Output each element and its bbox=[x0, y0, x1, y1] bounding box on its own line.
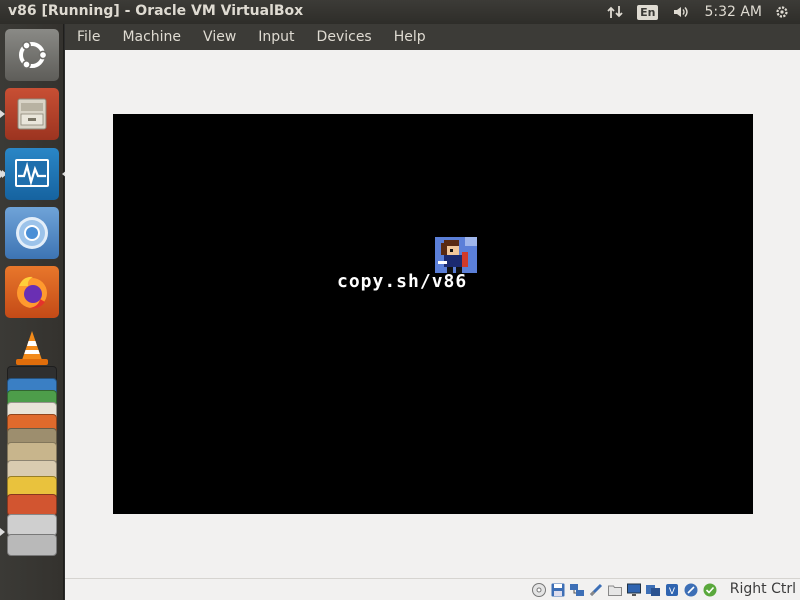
status-indicators: V bbox=[531, 582, 718, 598]
menu-input[interactable]: Input bbox=[247, 24, 305, 50]
vm-statusbar: V Right Ctrl bbox=[65, 578, 800, 600]
system-monitor-button[interactable] bbox=[5, 148, 59, 200]
file-cabinet-icon bbox=[12, 94, 52, 134]
firefox-button[interactable] bbox=[5, 266, 59, 318]
display-icon[interactable] bbox=[626, 582, 642, 598]
vlc-cone-icon bbox=[10, 328, 54, 368]
launcher bbox=[0, 24, 67, 600]
menu-machine[interactable]: Machine bbox=[111, 24, 192, 50]
host-key-label[interactable]: Right Ctrl bbox=[730, 581, 796, 597]
virtualization-icon[interactable]: V bbox=[664, 582, 680, 598]
top-panel: v86 [Running] - Oracle VM VirtualBox En … bbox=[0, 0, 800, 24]
ubuntu-dash-button[interactable] bbox=[5, 29, 59, 81]
menu-devices[interactable]: Devices bbox=[306, 24, 383, 50]
video-capture-icon[interactable] bbox=[645, 582, 661, 598]
gear-icon[interactable] bbox=[774, 4, 790, 20]
optical-drive-icon[interactable] bbox=[531, 582, 547, 598]
shared-folders-icon[interactable] bbox=[607, 582, 623, 598]
system-indicators: En 5:32 AM bbox=[607, 0, 800, 24]
files-button[interactable] bbox=[5, 88, 59, 140]
disk-icon[interactable] bbox=[7, 494, 57, 516]
vm-menubar: File Machine View Input Devices Help bbox=[65, 24, 800, 50]
vm-screen[interactable]: copy.sh/v86 bbox=[113, 114, 753, 514]
vm-screen-text: copy.sh/v86 bbox=[337, 271, 468, 292]
firefox-icon bbox=[12, 272, 52, 312]
menu-file[interactable]: File bbox=[65, 24, 111, 50]
speaker-icon[interactable] bbox=[672, 4, 690, 20]
vm-client-area: copy.sh/v86 bbox=[65, 50, 800, 578]
trash-icon[interactable] bbox=[7, 534, 57, 556]
menu-help[interactable]: Help bbox=[383, 24, 437, 50]
ubuntu-logo-icon bbox=[12, 35, 52, 75]
v86-pixel-character-icon bbox=[435, 236, 477, 274]
usb-icon[interactable] bbox=[588, 582, 604, 598]
cpu-status-icon[interactable] bbox=[702, 582, 718, 598]
chromium-icon bbox=[12, 213, 52, 253]
clock[interactable]: 5:32 AM bbox=[704, 4, 762, 20]
menu-view[interactable]: View bbox=[192, 24, 247, 50]
running-indicator bbox=[0, 528, 5, 536]
trash-icon[interactable] bbox=[7, 514, 57, 536]
chromium-button[interactable] bbox=[5, 207, 59, 259]
mouse-integration-icon[interactable] bbox=[683, 582, 699, 598]
floppy-disk-icon[interactable] bbox=[550, 582, 566, 598]
window-title: v86 [Running] - Oracle VM VirtualBox bbox=[8, 3, 304, 19]
keyboard-layout-indicator[interactable]: En bbox=[637, 4, 659, 20]
keyboard-layout-label: En bbox=[637, 4, 659, 20]
svg-text:V: V bbox=[669, 587, 676, 597]
system-monitor-icon bbox=[11, 154, 53, 194]
network-adapter-icon[interactable] bbox=[569, 582, 585, 598]
network-arrows-icon[interactable] bbox=[607, 4, 623, 20]
